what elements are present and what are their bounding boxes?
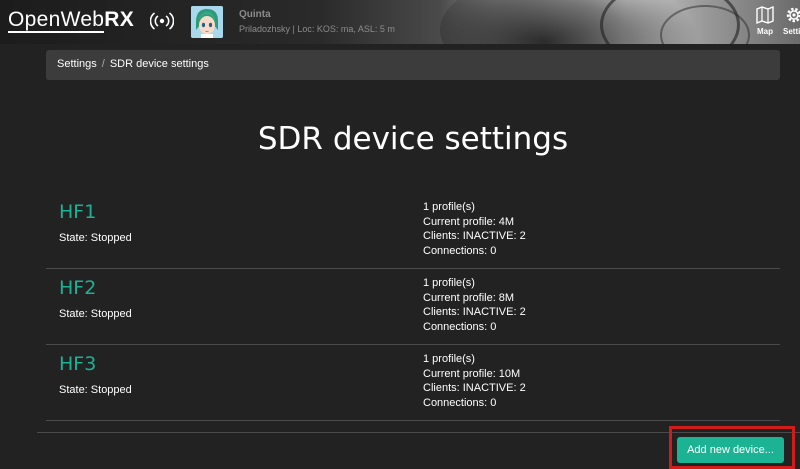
- map-icon: [756, 5, 774, 25]
- device-info: 1 profile(s) Current profile: 4M Clients…: [423, 200, 526, 258]
- device-current-profile: Current profile: 8M: [423, 291, 515, 304]
- device-link-hf1[interactable]: HF1: [59, 201, 96, 223]
- logo-text-part1: OpenWeb: [8, 8, 105, 33]
- nav-map-button[interactable]: Map: [748, 5, 782, 41]
- top-bar: OpenWebRX Quinta Priladozhsky | Loc: KOS…: [0, 0, 800, 44]
- anime-avatar-icon: [191, 6, 223, 38]
- device-row-hf1: HF1 State: Stopped 1 profile(s) Current …: [46, 193, 780, 269]
- device-profile-count: 1 profile(s): [423, 277, 475, 289]
- openwebrx-logo[interactable]: OpenWebRX: [8, 8, 135, 33]
- device-current-profile: Current profile: 10M: [423, 367, 521, 380]
- device-clients: Clients: INACTIVE: 2: [423, 382, 526, 395]
- logo-text-part2: RX: [104, 8, 135, 31]
- device-list: HF1 State: Stopped 1 profile(s) Current …: [46, 193, 780, 421]
- device-profile-count: 1 profile(s): [423, 201, 475, 213]
- device-connections: Connections: 0: [423, 320, 497, 333]
- device-row-hf2: HF2 State: Stopped 1 profile(s) Current …: [46, 269, 780, 345]
- breadcrumb-current: SDR device settings: [109, 58, 209, 70]
- device-connections: Connections: 0: [423, 244, 497, 257]
- device-state: State: Stopped: [59, 308, 132, 320]
- device-row-hf3: HF3 State: Stopped 1 profile(s) Current …: [46, 345, 780, 421]
- receiver-name: Quinta: [239, 9, 271, 20]
- page-title: SDR device settings: [257, 121, 569, 157]
- breadcrumb-separator: /: [101, 58, 105, 70]
- device-info: 1 profile(s) Current profile: 10M Client…: [423, 352, 526, 410]
- breadcrumb-settings-link[interactable]: Settings: [57, 58, 97, 70]
- add-new-device-button[interactable]: Add new device...: [677, 437, 784, 463]
- device-clients: Clients: INACTIVE: 2: [423, 306, 526, 319]
- nav-settings-button[interactable]: Setti: [780, 5, 800, 41]
- device-link-hf3[interactable]: HF3: [59, 353, 96, 375]
- device-profile-count: 1 profile(s): [423, 353, 475, 365]
- device-clients: Clients: INACTIVE: 2: [423, 230, 526, 243]
- receiver-avatar[interactable]: [191, 6, 223, 38]
- device-connections: Connections: 0: [423, 396, 497, 409]
- device-state: State: Stopped: [59, 232, 132, 244]
- gear-icon: [786, 7, 800, 23]
- radio-waves-icon: [150, 12, 174, 30]
- device-current-profile: Current profile: 4M: [423, 215, 515, 228]
- nav-map-label: Map: [757, 27, 773, 36]
- nav-settings-label: Setti: [783, 27, 800, 36]
- device-info: 1 profile(s) Current profile: 8M Clients…: [423, 276, 526, 334]
- breadcrumb: Settings / SDR device settings: [46, 50, 780, 80]
- receiver-description: Priladozhsky | Loc: KOS: ma, ASL: 5 m: [239, 24, 395, 34]
- device-link-hf2[interactable]: HF2: [59, 277, 96, 299]
- device-state: State: Stopped: [59, 384, 132, 396]
